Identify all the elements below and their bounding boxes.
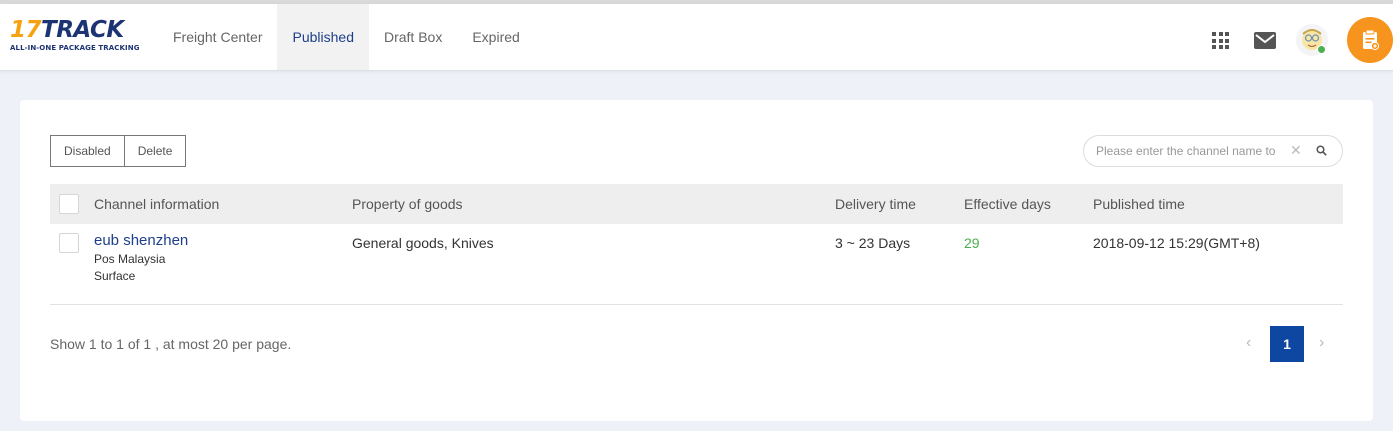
logo-tagline: ALL-IN-ONE PACKAGE TRACKING	[10, 44, 140, 52]
pagination-summary: Show 1 to 1 of 1 , at most 20 per page.	[50, 336, 292, 352]
channel-carrier: Pos Malaysia	[94, 252, 166, 266]
channel-service: Surface	[94, 269, 136, 283]
disable-button[interactable]: Disabled	[51, 136, 124, 166]
search-icon[interactable]	[1316, 145, 1327, 156]
search-box: ✕	[1083, 135, 1343, 167]
column-header-published[interactable]: Published time	[1093, 196, 1185, 212]
table-row: eub shenzhen Pos Malaysia Surface Genera…	[50, 224, 1343, 305]
main-nav: Freight Center Published Draft Box Expir…	[158, 4, 535, 70]
nav-freight-center[interactable]: Freight Center	[158, 4, 277, 70]
column-header-channel[interactable]: Channel information	[94, 196, 219, 212]
logo-wordmark: 17TRACK	[10, 18, 142, 42]
clear-icon[interactable]: ✕	[1290, 142, 1302, 159]
page-1-button[interactable]: 1	[1270, 326, 1304, 362]
property-of-goods: General goods, Knives	[352, 235, 494, 251]
mail-icon[interactable]	[1254, 32, 1276, 49]
add-channel-button[interactable]	[1347, 17, 1393, 63]
delete-button[interactable]: Delete	[123, 136, 186, 166]
prev-page-icon[interactable]: ‹	[1246, 334, 1251, 352]
clipboard-add-icon	[1363, 29, 1380, 51]
column-header-property[interactable]: Property of goods	[352, 196, 463, 212]
nav-draft-box[interactable]: Draft Box	[369, 4, 457, 70]
nav-published[interactable]: Published	[277, 4, 369, 70]
avatar[interactable]	[1296, 24, 1328, 56]
delivery-time: 3 ~ 23 Days	[835, 235, 911, 251]
column-header-effective-days[interactable]: Effective days	[964, 196, 1051, 212]
column-header-delivery[interactable]: Delivery time	[835, 196, 916, 212]
top-header: 17TRACK ALL-IN-ONE PACKAGE TRACKING Frei…	[0, 4, 1393, 71]
logo-brand: TRACK	[41, 17, 124, 43]
nav-expired[interactable]: Expired	[457, 4, 534, 70]
logo-number: 17	[10, 17, 42, 43]
channel-search-input[interactable]	[1096, 143, 1278, 159]
logo[interactable]: 17TRACK ALL-IN-ONE PACKAGE TRACKING	[10, 18, 142, 58]
select-all-checkbox[interactable]	[59, 194, 79, 214]
row-checkbox[interactable]	[59, 233, 79, 253]
effective-days: 29	[964, 235, 980, 251]
apps-grid-icon[interactable]	[1212, 32, 1229, 49]
next-page-icon[interactable]: ›	[1319, 334, 1324, 352]
published-time: 2018-09-12 15:29(GMT+8)	[1093, 235, 1260, 251]
action-button-group: Disabled Delete	[50, 135, 187, 167]
online-status-dot	[1317, 45, 1326, 54]
table-header: Channel information Property of goods De…	[50, 184, 1343, 224]
content-card: Disabled Delete ✕ Channel information Pr…	[20, 100, 1373, 421]
channel-name-link[interactable]: eub shenzhen	[94, 232, 188, 249]
